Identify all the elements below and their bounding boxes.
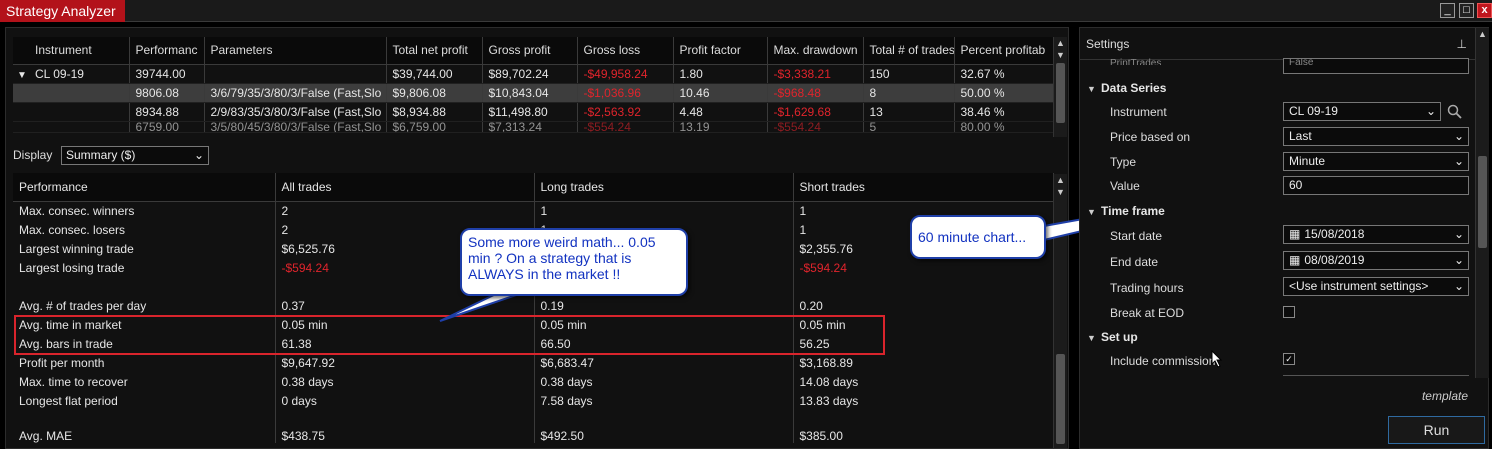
trading-hours-select[interactable]: <Use instrument settings> ⌄ bbox=[1283, 277, 1469, 296]
weird-math-callout: Some more weird math... 0.05 min ? On a … bbox=[460, 228, 688, 296]
pin-icon[interactable]: ⊥ bbox=[1457, 28, 1467, 60]
calendar-icon: ▦ bbox=[1289, 253, 1301, 267]
break-eod-checkbox[interactable] bbox=[1283, 306, 1295, 318]
collapse-icon[interactable]: ▼ bbox=[1087, 84, 1101, 94]
section-time-frame[interactable]: ▼ Time frame bbox=[1087, 204, 1165, 218]
weird-math-pointer bbox=[439, 291, 526, 322]
chevron-down-icon: ⌄ bbox=[1453, 279, 1464, 293]
trading-hours-label: Trading hours bbox=[1110, 281, 1184, 295]
value-input[interactable]: 60 bbox=[1283, 176, 1469, 195]
print-trades-label: PrintTrades bbox=[1110, 58, 1162, 65]
calendar-icon: ▦ bbox=[1289, 227, 1301, 241]
type-label: Type bbox=[1110, 155, 1137, 169]
cut-off-field bbox=[1283, 375, 1469, 379]
print-trades-field[interactable]: False bbox=[1283, 58, 1469, 74]
end-date-picker[interactable]: ▦ 08/08/2019 ⌄ bbox=[1283, 251, 1469, 270]
settings-scrollbar[interactable]: ▲ bbox=[1475, 28, 1489, 378]
value-label: Value bbox=[1110, 179, 1140, 193]
section-set-up[interactable]: ▼ Set up bbox=[1087, 330, 1138, 344]
mouse-cursor-icon bbox=[1211, 350, 1223, 368]
settings-title: Settings bbox=[1086, 37, 1130, 51]
scroll-up-icon[interactable]: ▲ bbox=[1476, 28, 1489, 40]
chevron-down-icon: ⌄ bbox=[1453, 154, 1464, 168]
template-link[interactable]: template bbox=[1422, 389, 1468, 403]
type-select[interactable]: Minute ⌄ bbox=[1283, 152, 1469, 171]
chevron-down-icon: ⌄ bbox=[1453, 253, 1464, 267]
collapse-icon[interactable]: ▼ bbox=[1087, 207, 1101, 217]
run-button[interactable]: Run bbox=[1388, 416, 1485, 444]
price-based-select[interactable]: Last ⌄ bbox=[1283, 127, 1469, 146]
chevron-down-icon: ⌄ bbox=[1453, 129, 1464, 143]
end-date-label: End date bbox=[1110, 255, 1159, 269]
price-based-label: Price based on bbox=[1110, 130, 1191, 144]
chevron-down-icon: ⌄ bbox=[1425, 104, 1436, 118]
instrument-select[interactable]: CL 09-19 ⌄ bbox=[1283, 102, 1441, 121]
search-icon[interactable] bbox=[1447, 104, 1463, 120]
chevron-down-icon: ⌄ bbox=[1453, 227, 1464, 241]
break-eod-label: Break at EOD bbox=[1110, 306, 1185, 320]
scroll-thumb[interactable] bbox=[1478, 156, 1487, 248]
start-date-picker[interactable]: ▦ 15/08/2018 ⌄ bbox=[1283, 225, 1469, 244]
minute-chart-callout: 60 minute chart... bbox=[910, 215, 1046, 259]
start-date-label: Start date bbox=[1110, 229, 1163, 243]
collapse-icon[interactable]: ▼ bbox=[1087, 333, 1101, 343]
include-commission-checkbox[interactable]: ✓ bbox=[1283, 353, 1295, 365]
section-data-series[interactable]: ▼ Data Series bbox=[1087, 81, 1166, 95]
instrument-label: Instrument bbox=[1110, 105, 1167, 119]
settings-pane: Settings ⊥ PrintTrades False ▼ Data Serie… bbox=[1079, 27, 1489, 449]
include-commission-label: Include commission bbox=[1110, 354, 1216, 368]
settings-header: Settings ⊥ bbox=[1080, 28, 1475, 60]
